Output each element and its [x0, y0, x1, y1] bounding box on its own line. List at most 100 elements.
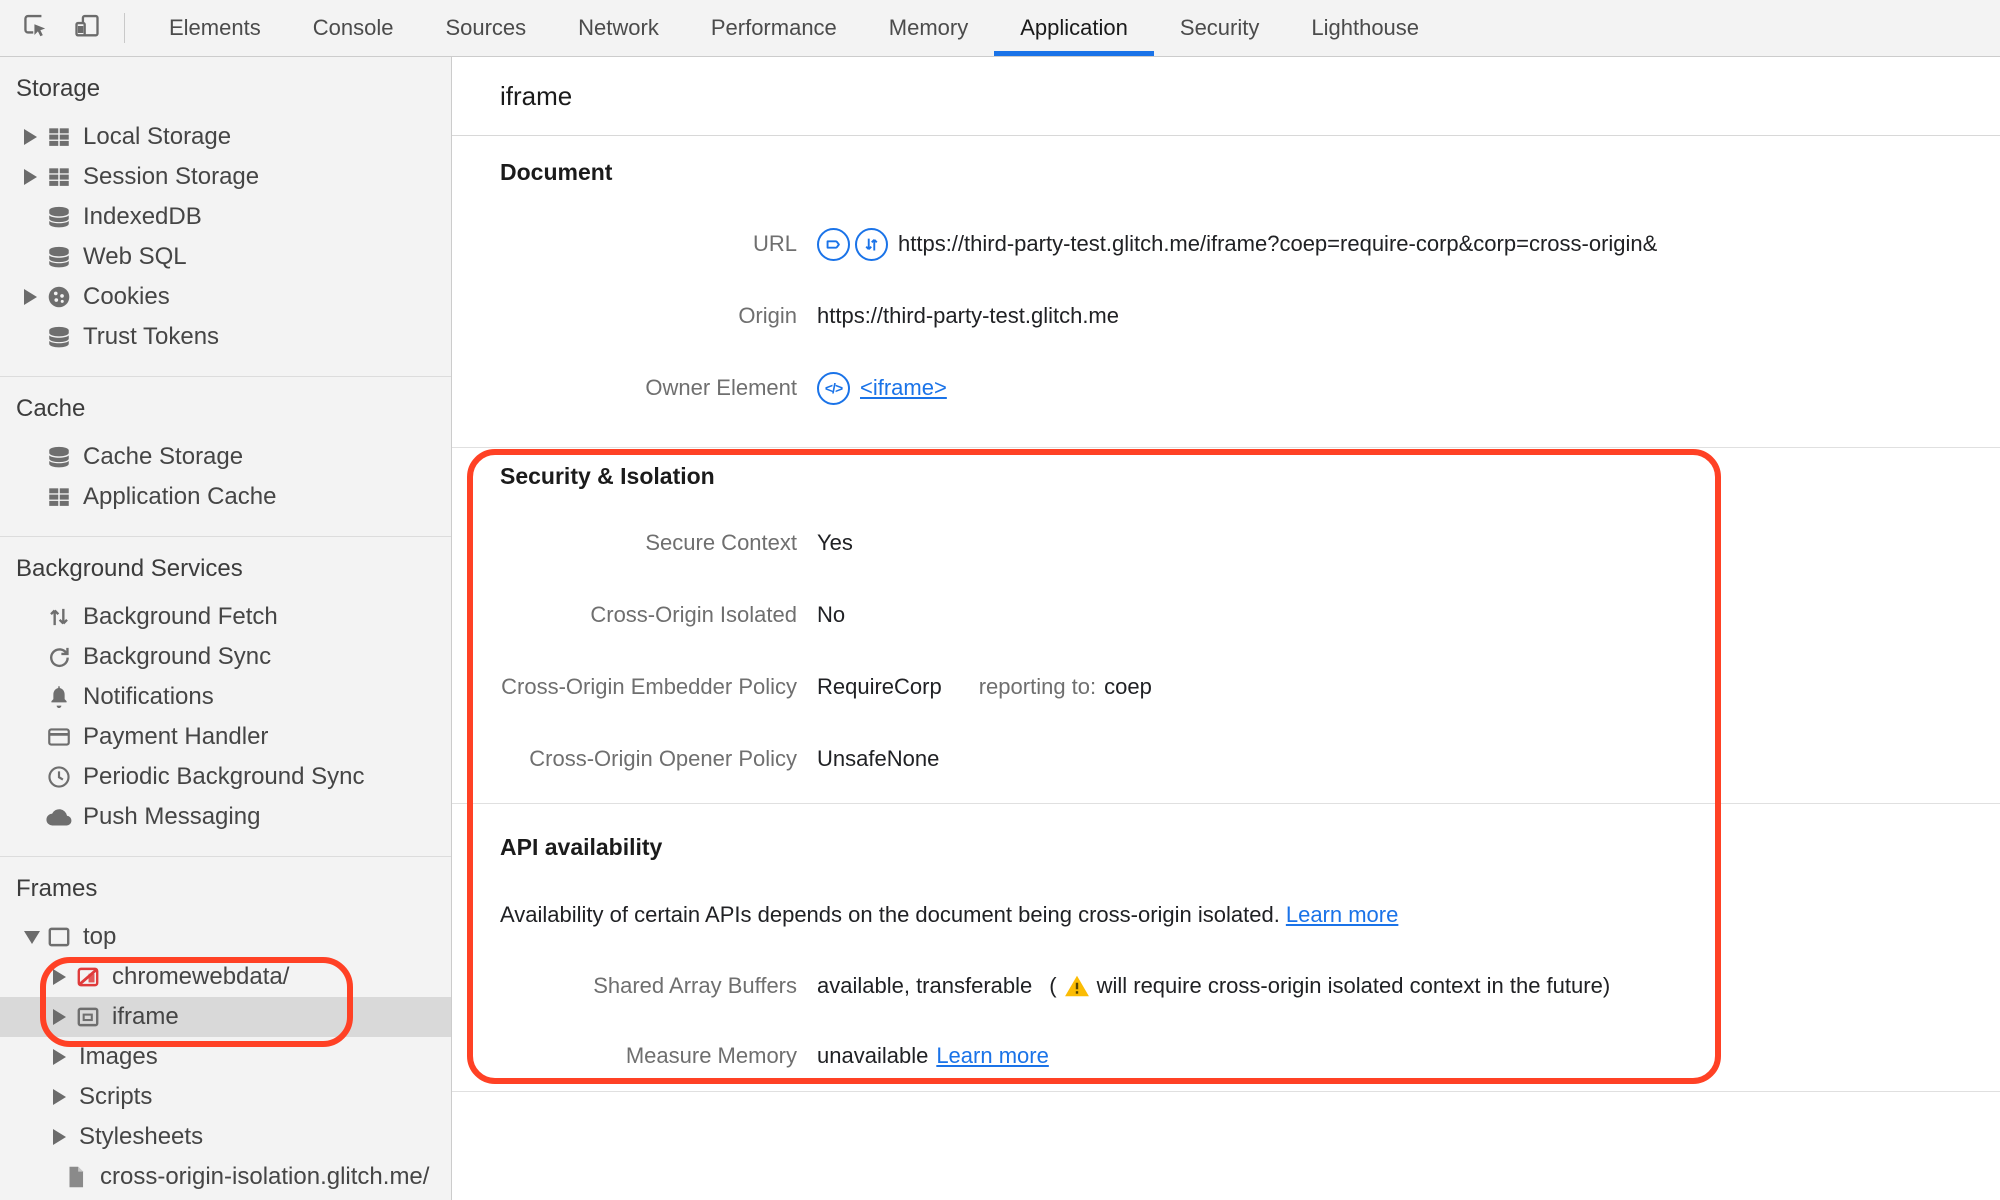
frame-item-top[interactable]: top [0, 917, 451, 957]
sidebar-item-local-storage[interactable]: Local Storage [0, 117, 451, 157]
sidebar-item-label: Push Messaging [83, 803, 261, 830]
expand-arrow-icon[interactable] [53, 1089, 66, 1105]
panel-tabs: Elements Console Sources Network Perform… [143, 0, 1445, 56]
toolbar-divider [124, 13, 125, 43]
sidebar-item-application-cache[interactable]: Application Cache [0, 477, 451, 517]
sidebar-item-payment-handler[interactable]: Payment Handler [0, 717, 451, 757]
sidebar-item-label: Notifications [83, 683, 214, 710]
sidebar-item-label: Background Sync [83, 643, 272, 670]
sidebar-item-periodic-background-sync[interactable]: Periodic Background Sync [0, 757, 451, 797]
sidebar-item-label: Background Fetch [83, 603, 278, 630]
security-isolation-heading: Security & Isolation [500, 463, 715, 489]
coep-reporting-value: coep [1104, 674, 1152, 699]
document-icon [63, 1164, 89, 1190]
database-icon [46, 204, 72, 230]
sidebar-item-trust-tokens[interactable]: Trust Tokens [0, 317, 451, 357]
sidebar-item-label: Cookies [83, 283, 170, 310]
table-icon [46, 124, 72, 150]
sidebar-item-cookies[interactable]: Cookies [0, 277, 451, 317]
origin-value: https://third-party-test.glitch.me [817, 303, 1119, 328]
tab-performance[interactable]: Performance [685, 0, 863, 56]
sidebar-item-web-sql[interactable]: Web SQL [0, 237, 451, 277]
database-icon [46, 244, 72, 270]
section-title-frames: Frames [16, 875, 98, 902]
inspect-element-button[interactable] [20, 0, 50, 56]
section-divider [452, 1091, 2000, 1092]
coop-label: Cross-Origin Opener Policy [529, 746, 797, 771]
frame-item-iframe[interactable]: iframe [0, 997, 451, 1037]
cross-origin-isolated-label: Cross-Origin Isolated [590, 602, 797, 627]
expand-arrow-icon[interactable] [53, 1049, 66, 1065]
measure-memory-row: Measure Memory unavailable Learn more [452, 1021, 2000, 1091]
frame-group-images[interactable]: Images [0, 1037, 451, 1077]
expand-arrow-icon[interactable] [53, 969, 66, 985]
expand-arrow-icon[interactable] [53, 1009, 66, 1025]
network-arrows-icon [865, 238, 878, 250]
tab-network[interactable]: Network [552, 0, 685, 56]
tab-application[interactable]: Application [994, 0, 1154, 56]
sidebar-item-notifications[interactable]: Notifications [0, 677, 451, 717]
frame-item-chromewebdata[interactable]: chromewebdata/ [0, 957, 451, 997]
reveal-in-sources-button[interactable] [817, 227, 850, 261]
tab-security[interactable]: Security [1154, 0, 1285, 56]
section-title-cache: Cache [16, 395, 86, 422]
api-availability-description: Availability of certain APIs depends on … [500, 902, 1399, 927]
secure-context-row: Secure Context Yes [452, 507, 2000, 579]
expand-arrow-icon[interactable] [24, 129, 37, 145]
frame-group-label: Images [79, 1043, 158, 1070]
cross-origin-isolated-value: No [817, 602, 846, 627]
owner-element-link[interactable]: <iframe> [860, 375, 947, 401]
section-storage: Storage Local Storage Session Storage In… [0, 57, 451, 377]
tab-sources[interactable]: Sources [419, 0, 552, 56]
sidebar-item-label: Local Storage [83, 123, 232, 150]
sidebar-item-push-messaging[interactable]: Push Messaging [0, 797, 451, 837]
frame-group-scripts[interactable]: Scripts [0, 1077, 451, 1117]
tab-elements[interactable]: Elements [143, 0, 287, 56]
frame-item-label: chromewebdata/ [112, 963, 290, 990]
frame-group-stylesheets[interactable]: Stylesheets [0, 1117, 451, 1157]
section-title-background-services: Background Services [16, 555, 243, 582]
coep-reporting-label: reporting to: [978, 674, 1097, 699]
expand-arrow-icon[interactable] [24, 289, 37, 305]
section-frames: Frames top chromewebdata/ iframe Images … [0, 857, 451, 1200]
collapse-arrow-icon[interactable] [24, 930, 40, 944]
tab-console[interactable]: Console [287, 0, 420, 56]
coep-value: RequireCorp [817, 674, 942, 699]
shared-array-buffers-row: Shared Array Buffers available, transfer… [452, 951, 2000, 1021]
section-background-services: Background Services Background Fetch Bac… [0, 537, 451, 857]
sidebar-item-label: Session Storage [83, 163, 260, 190]
measure-memory-label: Measure Memory [625, 1043, 797, 1068]
api-availability-section: API availability Availability of certain… [452, 804, 2000, 1091]
tab-lighthouse[interactable]: Lighthouse [1285, 0, 1445, 56]
coep-label: Cross-Origin Embedder Policy [501, 674, 797, 699]
up-down-arrows-icon [46, 604, 72, 630]
reveal-in-network-button[interactable] [855, 227, 888, 261]
sidebar-item-background-fetch[interactable]: Background Fetch [0, 597, 451, 637]
bell-icon [46, 684, 72, 710]
sidebar-item-background-sync[interactable]: Background Sync [0, 637, 451, 677]
expand-arrow-icon[interactable] [53, 1129, 66, 1145]
sidebar-item-indexeddb[interactable]: IndexedDB [0, 197, 451, 237]
sidebar-item-cache-storage[interactable]: Cache Storage [0, 437, 451, 477]
frame-details-panel: iframe Document URL https://third-party-… [452, 57, 2000, 1200]
frame-item-label: top [83, 923, 117, 950]
coep-row: Cross-Origin Embedder Policy RequireCorp… [452, 651, 2000, 723]
sidebar-item-label: IndexedDB [83, 203, 202, 230]
api-learn-more-link[interactable]: Learn more [1286, 902, 1399, 927]
measure-memory-learn-more-link[interactable]: Learn more [936, 1043, 1049, 1069]
section-cache: Cache Cache Storage Application Cache [0, 377, 451, 537]
device-toolbar-button[interactable] [72, 0, 102, 56]
iframe-icon [75, 1004, 101, 1030]
frame-resource-label: cross-origin-isolation.glitch.me/ [100, 1163, 430, 1190]
expand-arrow-icon[interactable] [24, 169, 37, 185]
origin-label: Origin [738, 303, 797, 328]
table-icon [46, 484, 72, 510]
secure-context-label: Secure Context [645, 530, 797, 555]
frame-tag-icon [826, 239, 840, 249]
tab-memory[interactable]: Memory [863, 0, 994, 56]
sidebar-item-session-storage[interactable]: Session Storage [0, 157, 451, 197]
frame-item-label: iframe [112, 1003, 179, 1030]
page-title: iframe [500, 80, 573, 111]
sidebar-item-label: Periodic Background Sync [83, 763, 365, 790]
frame-resource-item[interactable]: cross-origin-isolation.glitch.me/ [0, 1157, 451, 1197]
